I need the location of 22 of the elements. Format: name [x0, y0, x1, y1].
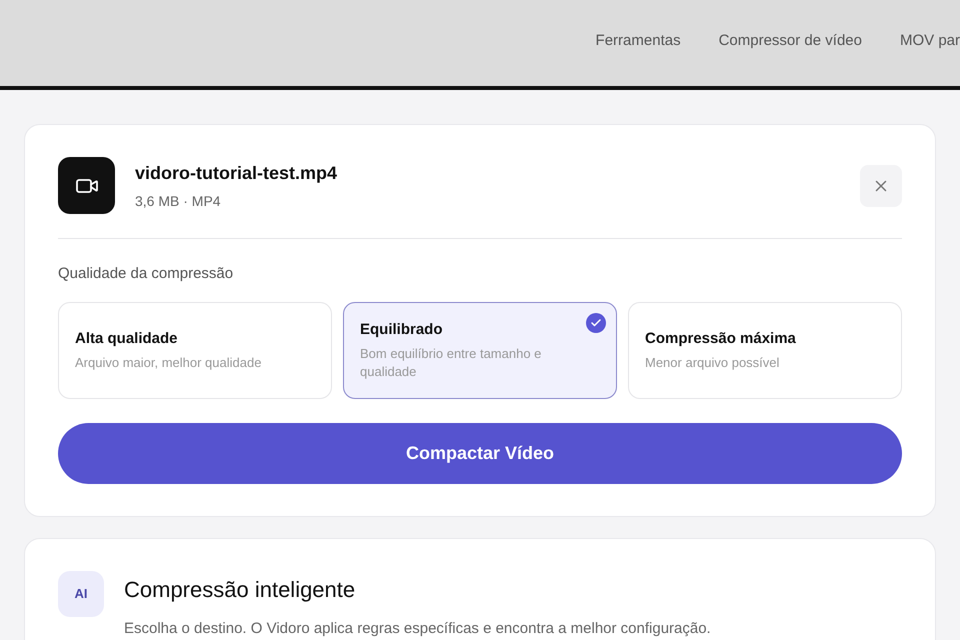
option-description: Menor arquivo possível	[645, 354, 780, 372]
ai-badge: AI	[58, 570, 104, 616]
video-icon	[58, 157, 115, 214]
smart-description: Escolha o destino. O Vidoro aplica regras específicas e encontra a melhor configuração.	[124, 618, 711, 638]
nav-link[interactable]: Ferramentas	[596, 30, 681, 52]
nav-link[interactable]: MOV par	[900, 30, 960, 52]
option-description: Bom equilíbrio entre tamanho e qualidade	[360, 345, 542, 382]
file-meta: 3,6 MB · MP4	[135, 192, 222, 210]
file-name: vidoro-tutorial-test.mp4	[135, 162, 338, 185]
option-title: Compressão máxima	[645, 328, 797, 349]
check-icon	[586, 312, 606, 332]
section-label: Qualidade da compressão	[58, 264, 234, 284]
close-button[interactable]	[860, 164, 902, 206]
quality-option[interactable]: Alta qualidade Arquivo maior, melhor qualidade	[58, 302, 332, 398]
option-title: Alta qualidade	[75, 328, 179, 349]
smart-title: Compressão inteligente	[124, 576, 356, 604]
compress-button[interactable]: Compactar Vídeo	[58, 422, 902, 484]
nav-link[interactable]: Compressor de vídeo	[718, 30, 862, 52]
quality-option[interactable]: Equilibrado Bom equilíbrio entre tamanho e qualidade	[343, 302, 617, 398]
option-description: Arquivo maior, melhor qualidade	[75, 354, 262, 372]
option-title: Equilibrado	[360, 320, 444, 340]
quality-option[interactable]: Compressão máxima Menor arquivo possível	[628, 302, 902, 398]
